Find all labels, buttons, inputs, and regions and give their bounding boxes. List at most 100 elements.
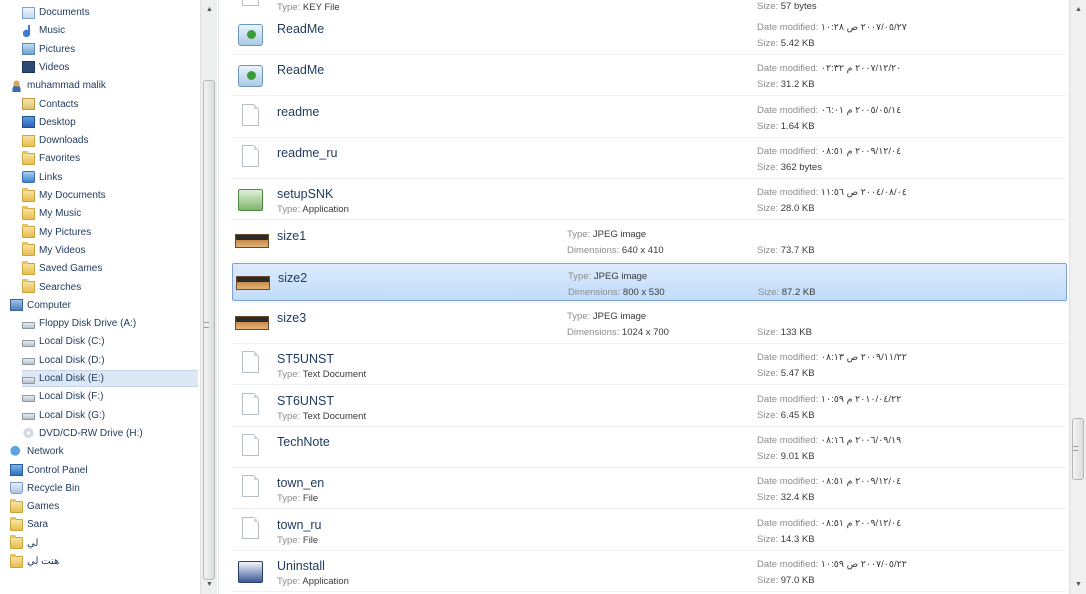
nav-item-label: Sara: [27, 519, 49, 531]
jpeg-image-icon: [235, 316, 269, 331]
nav-item-label: Documents: [39, 7, 90, 18]
nav-item[interactable]: Recycle Bin: [10, 480, 198, 497]
nav-item-label: Local Disk (D:): [39, 354, 105, 366]
scroll-down-arrow-icon[interactable]: ▼: [201, 577, 218, 592]
jpeg-image-icon: [235, 233, 269, 248]
uninstall-app-icon: [238, 560, 263, 583]
date-modified: Date modified: ٢٠٠٤/٠٨/٠٤ ص ١١:٥٦: [757, 187, 907, 199]
nav-item[interactable]: Network: [10, 443, 198, 460]
file-row[interactable]: readme_ru Date modified: ٢٠٠٩/١٢/٠٤ م ٠٨:…: [232, 139, 1067, 177]
scroll-up-arrow-icon[interactable]: ▲: [201, 2, 218, 17]
row-divider: [232, 219, 1067, 221]
nav-item-label: My Pictures: [39, 226, 92, 238]
file-row[interactable]: ReadMe Date modified: ٢٠٠٧/٠٥/٢٧ ص ١٠:٢٨ S…: [232, 15, 1067, 53]
row-divider: [232, 343, 1067, 345]
file-name: town_ru: [277, 517, 322, 532]
row-divider: [232, 177, 1067, 179]
contacts-icon: [22, 98, 35, 110]
scroll-down-arrow-icon[interactable]: ▼: [1070, 577, 1086, 592]
nav-item[interactable]: Local Disk (D:): [22, 352, 198, 369]
row-divider: [232, 467, 1067, 468]
nav-item-label: My Music: [39, 208, 82, 220]
nav-item[interactable]: muhammad malik: [10, 77, 198, 94]
file-row[interactable]: readme Date modified: ٢٠٠٥/٠٥/١٤ م ٠٦:٠١ S…: [232, 98, 1067, 136]
nav-item[interactable]: لي: [10, 535, 198, 552]
text-file-icon: [242, 144, 259, 167]
nav-item[interactable]: Pictures: [22, 41, 198, 58]
nav-item-label: Videos: [39, 61, 70, 73]
file-name: readme_ru: [277, 145, 338, 160]
nav-item[interactable]: My Music: [22, 205, 198, 222]
nav-item[interactable]: My Pictures: [22, 224, 198, 241]
file-row[interactable]: ST6UNST Type: Text Document Date modified:…: [232, 387, 1067, 425]
file-name: Uninstall: [277, 558, 325, 573]
nav-item[interactable]: Downloads: [22, 132, 198, 149]
nav-item[interactable]: My Videos: [22, 242, 198, 259]
file-row[interactable]: setupSNK Type: Application Date modified: …: [232, 180, 1067, 218]
nav-item[interactable]: Favorites: [22, 150, 198, 167]
nav-item-label: Music: [39, 25, 66, 37]
file-row[interactable]: ST5UNST Type: Text Document Date modified:…: [232, 345, 1067, 383]
file-icon: [242, 475, 259, 498]
nav-item[interactable]: Games: [10, 498, 198, 515]
nav-item[interactable]: Computer: [10, 297, 198, 314]
scroll-up-arrow-icon[interactable]: ▲: [1070, 2, 1086, 17]
nav-item[interactable]: هنت لي: [10, 553, 198, 570]
readme-icon: [238, 24, 263, 46]
file-row[interactable]: TechNote Date modified: ٢٠٠٦/٠٩/١٩ م ٠٨:١…: [232, 428, 1067, 466]
nav-item[interactable]: Local Disk (F:): [22, 388, 198, 405]
nav-item[interactable]: Videos: [22, 59, 198, 76]
file-name: ST6UNST: [277, 393, 334, 408]
file-row[interactable]: size1 Type: JPEG image Dimensions: 640 x 4…: [232, 222, 1067, 260]
file-row[interactable]: ReadMe Date modified: ٢٠٠٧/١٢/٢٠ م ٠٢:٣٢ S…: [232, 56, 1067, 94]
file-type: Type: File: [277, 493, 319, 505]
navigation-scrollbar[interactable]: ▲ ▼: [200, 0, 217, 594]
file-row[interactable]: town_ru Type: File Date modified: ٢٠٠٩/١٢/…: [232, 511, 1067, 549]
nav-item[interactable]: DVD/CD-RW Drive (H:): [22, 425, 198, 442]
nav-item-label: muhammad malik: [27, 80, 106, 92]
image-dimensions: Dimensions: 640 x 410: [567, 244, 664, 256]
file-icon: [242, 0, 259, 6]
file-row-partial[interactable]: Type: KEY File Size: 57 bytes: [232, 0, 1067, 16]
text-file-icon: [242, 103, 259, 126]
nav-item[interactable]: My Documents: [22, 187, 198, 204]
nav-item-label: Local Disk (E:): [39, 373, 105, 384]
nav-item[interactable]: Links: [22, 169, 198, 186]
nav-item[interactable]: Contacts: [22, 96, 198, 113]
nav-item[interactable]: Music: [22, 22, 198, 39]
file-type: Type: File: [277, 534, 319, 546]
image-dimensions: Dimensions: 1024 x 700: [567, 327, 669, 339]
file-type: Type: Application: [277, 575, 349, 587]
nav-item[interactable]: Saved Games: [22, 260, 198, 277]
text-document-icon: [242, 392, 259, 415]
nav-item[interactable]: Searches: [22, 279, 198, 296]
nav-item-label: Favorites: [39, 153, 81, 165]
nav-item[interactable]: Local Disk (C:): [22, 333, 198, 350]
nav-item-label: Desktop: [39, 116, 76, 128]
text-file-icon: [242, 434, 259, 456]
user-folder-icon: [10, 79, 23, 92]
file-size: Size: 133 KB: [757, 327, 812, 339]
file-row[interactable]: Uninstall Type: Application Date modified:…: [232, 552, 1067, 590]
file-row[interactable]: size2 Type: JPEG image Dimensions: 800 x 5…: [232, 262, 1067, 301]
nav-item-label: DVD/CD-RW Drive (H:): [39, 427, 143, 439]
nav-item[interactable]: Floppy Disk Drive (A:): [22, 315, 198, 332]
row-divider: [232, 54, 1067, 55]
file-type: Type: JPEG image: [567, 311, 647, 323]
nav-item[interactable]: Desktop: [22, 114, 198, 131]
nav-item[interactable]: Local Disk (G:): [22, 407, 198, 424]
file-list-scrollbar[interactable]: ▲ ▼: [1069, 0, 1086, 594]
row-divider: [232, 590, 1067, 592]
readme-icon: [238, 65, 263, 88]
navigation-scrollbar-thumb[interactable]: [203, 80, 215, 580]
nav-item[interactable]: Sara: [10, 516, 198, 533]
file-row[interactable]: town_en Type: File Date modified: ٢٠٠٩/١٢/…: [232, 469, 1067, 507]
nav-item[interactable]: Local Disk (E:): [22, 370, 198, 387]
nav-item-label: Local Disk (F:): [39, 391, 104, 403]
row-divider: [232, 95, 1067, 97]
nav-item-label: هنت لي: [27, 556, 60, 567]
file-row[interactable]: size3 Type: JPEG image Dimensions: 1024 x …: [232, 304, 1067, 342]
date-modified: Date modified: ٢٠٠٩/١١/٢٢ ص ٠٨:١٣: [757, 352, 907, 364]
nav-item[interactable]: Documents: [22, 4, 198, 21]
nav-item[interactable]: Control Panel: [10, 462, 198, 479]
